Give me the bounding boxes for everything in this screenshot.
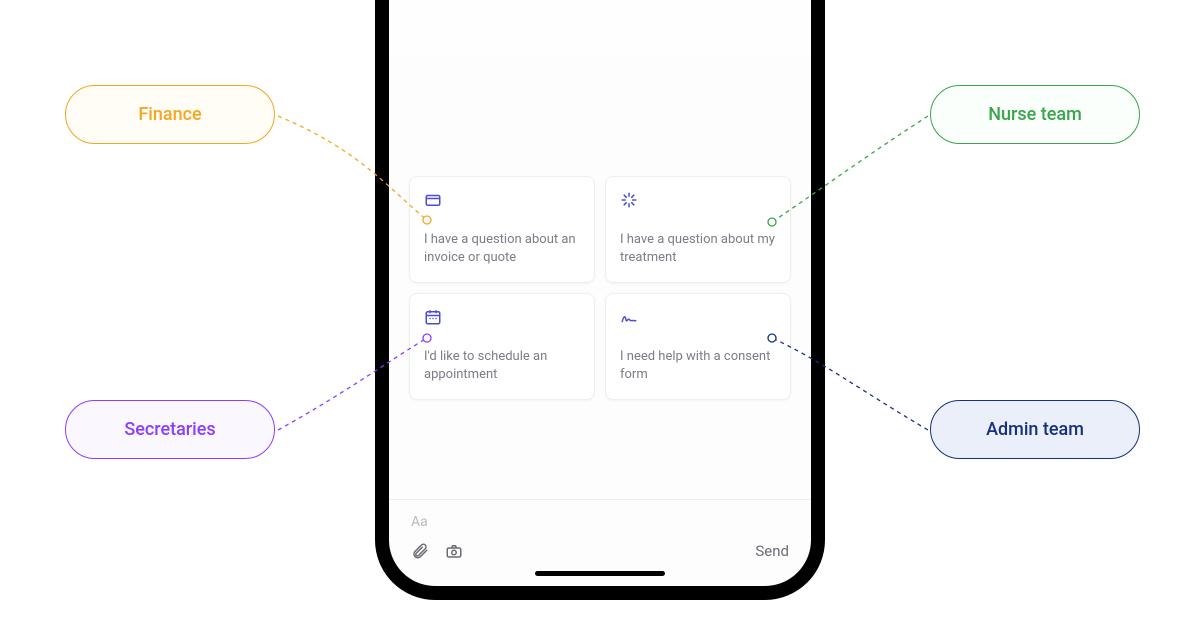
card-treatment[interactable]: I have a question about my treatment [605,176,791,283]
card-schedule[interactable]: I'd like to schedule an appointment [409,293,595,400]
callout-finance: Finance [65,85,275,144]
signature-icon [620,308,638,326]
message-input[interactable]: Aa [389,508,811,542]
quick-reply-grid: I have a question about an invoice or qu… [409,176,791,400]
annotated-phone-diagram: I have a question about an invoice or qu… [0,0,1200,630]
camera-icon[interactable] [445,542,463,560]
treatment-icon [620,191,638,209]
calendar-icon [424,308,442,326]
send-button[interactable]: Send [755,542,789,560]
home-indicator [535,571,665,576]
card-consent[interactable]: I need help with a consent form [605,293,791,400]
card-text: I have a question about my treatment [620,231,776,266]
card-text: I have a question about an invoice or qu… [424,231,580,266]
card-invoice[interactable]: I have a question about an invoice or qu… [409,176,595,283]
attachment-icon[interactable] [411,542,429,560]
callout-secretaries: Secretaries [65,400,275,459]
card-text: I need help with a consent form [620,348,776,383]
callout-nurse: Nurse team [930,85,1140,144]
card-text: I'd like to schedule an appointment [424,348,580,383]
phone-frame: I have a question about an invoice or qu… [375,0,825,600]
invoice-icon [424,191,442,209]
callout-admin: Admin team [930,400,1140,459]
composer: Aa Send [389,499,811,560]
